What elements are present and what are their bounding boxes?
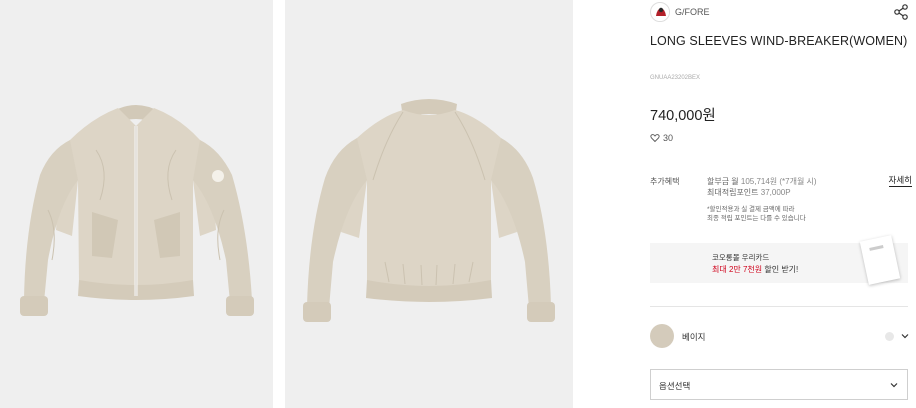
option-select[interactable]: 옵션선택 <box>650 369 908 400</box>
product-image-back[interactable] <box>285 0 573 408</box>
color-swatch-beige[interactable] <box>650 324 674 348</box>
card-promo-subtitle: 최대 2만 7천원 할인 받기! <box>712 264 798 275</box>
benefit-detail: 할부금 월 105,714원 (*7개월 시) 최대적립포인트 37,000P <box>707 176 817 198</box>
jacket-back-illustration <box>303 99 555 322</box>
product-gallery <box>0 0 628 408</box>
heart-icon <box>650 134 660 143</box>
product-price: 740,000원 <box>650 108 716 124</box>
benefit-note-line-1: *할인적용과 실 결제 금액에 따라 <box>707 206 795 213</box>
points-value: 37,000P <box>760 188 791 197</box>
like-count: 30 <box>663 133 674 143</box>
chevron-down-icon <box>890 383 898 388</box>
product-page: G/FORE LONG SLEEVES WIND-BREAKER(WOMEN) … <box>0 0 916 408</box>
color-dot-indicator <box>885 332 894 341</box>
brand-name[interactable]: G/FORE <box>675 7 710 17</box>
card-promo-title: 코오롱몰 우리카드 <box>712 253 770 262</box>
installment-prefix: 할부금 월 <box>707 177 741 186</box>
brand-logo[interactable] <box>650 2 670 22</box>
installment-value: 105,714원 (*7개월 시) <box>740 177 817 186</box>
card-promo-banner[interactable]: 코오롱몰 우리카드 최대 2만 7천원 할인 받기! <box>650 235 908 285</box>
brand-row: G/FORE <box>650 2 912 24</box>
installment-line: 할부금 월 105,714원 (*7개월 시) <box>707 176 817 187</box>
chevron-down-icon[interactable] <box>900 331 910 341</box>
share-icon[interactable] <box>892 3 910 21</box>
brand-logo-icon <box>652 4 669 21</box>
jacket-front-illustration <box>20 105 254 316</box>
benefit-note: *할인적용과 실 결제 금액에 따라 최종 적립 포인트는 다를 수 있습니다 <box>707 205 867 223</box>
product-info-panel: G/FORE LONG SLEEVES WIND-BREAKER(WOMEN) … <box>650 0 912 408</box>
option-select-label: 옵션선택 <box>659 381 691 391</box>
product-image-front[interactable] <box>0 0 273 408</box>
benefit-detail-link[interactable]: 자세히 <box>888 174 912 187</box>
benefit-note-line-2: 최종 적립 포인트는 다를 수 있습니다 <box>707 215 806 222</box>
color-label: 베이지 <box>682 332 706 342</box>
credit-card-icon <box>859 235 901 285</box>
like-button[interactable]: 30 <box>650 133 673 143</box>
card-promo-discount: 최대 2만 7천원 <box>712 265 763 274</box>
benefit-label: 추가혜택 <box>650 177 680 186</box>
product-title: LONG SLEEVES WIND-BREAKER(WOMEN) <box>650 34 908 48</box>
points-prefix: 최대적립포인트 <box>707 188 761 197</box>
product-sku: GNUAA23202BEX <box>650 75 701 81</box>
card-promo-cta: 할인 받기! <box>762 265 799 274</box>
points-line: 최대적립포인트 37,000P <box>707 187 817 198</box>
divider <box>650 306 908 307</box>
